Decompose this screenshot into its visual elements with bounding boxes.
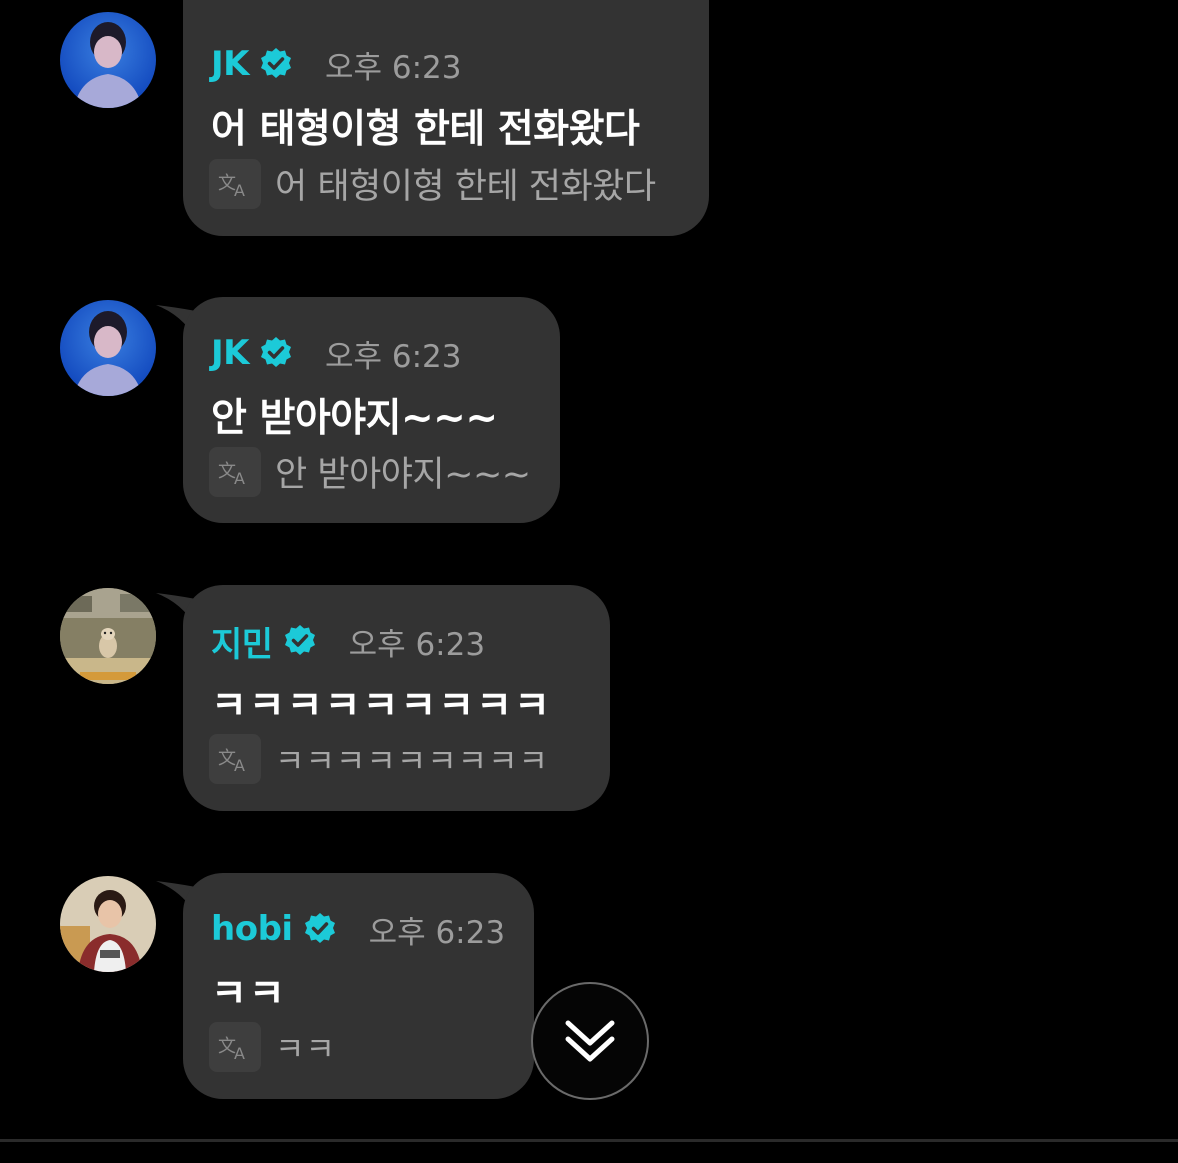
verified-badge-icon <box>261 48 291 78</box>
message-header: hobi 오후 6:23 <box>211 907 505 951</box>
sender-name[interactable]: JK <box>211 333 250 373</box>
translation-row: 文 A ㅋㅋㅋㅋㅋㅋㅋㅋㅋ <box>209 734 549 784</box>
svg-text:A: A <box>234 181 245 199</box>
translation-text: ㅋㅋ <box>275 1030 336 1068</box>
avatar-jk[interactable] <box>60 12 156 108</box>
message-header: 지민 오후 6:23 <box>211 617 486 666</box>
translate-icon[interactable]: 文 A <box>209 158 261 209</box>
verified-badge-icon <box>284 625 315 655</box>
double-chevron-down-icon <box>565 1020 615 1062</box>
verified-badge-icon <box>304 913 335 943</box>
svg-text:A: A <box>234 1044 245 1062</box>
message-bubble: JK 오후 6:23 안 받아야지~~~ 文 A 안 받아야지~~~ <box>183 297 560 523</box>
message-header: JK 오후 6:23 <box>211 42 462 86</box>
message-text: ㅋㅋ <box>211 972 287 1017</box>
avatar-jk[interactable] <box>60 300 156 396</box>
chat-screen: JK 오후 6:23 어 태형이형 한테 전화왔다 文 A 어 태형이형 한테 … <box>0 0 1178 1163</box>
svg-text:A: A <box>234 756 245 774</box>
message-bubble: 지민 오후 6:23 ㅋㅋㅋㅋㅋㅋㅋㅋㅋ 文 A ㅋㅋㅋㅋㅋㅋㅋㅋㅋ <box>183 585 610 811</box>
message-text: ㅋㅋㅋㅋㅋㅋㅋㅋㅋ <box>211 684 552 729</box>
message-text: 어 태형이형 한테 전화왔다 <box>211 107 640 152</box>
translate-icon[interactable]: 文 A <box>209 1022 261 1072</box>
message-time: 오후 6:23 <box>325 49 462 86</box>
message-text: 안 받아야지~~~ <box>211 396 498 441</box>
translation-row: 文 A 안 받아야지~~~ <box>209 446 531 497</box>
message-bubble: JK 오후 6:23 어 태형이형 한테 전화왔다 文 A 어 태형이형 한테 … <box>183 0 709 236</box>
sender-name[interactable]: hobi <box>211 909 293 949</box>
translate-icon[interactable]: 文 A <box>209 734 261 784</box>
sender-name[interactable]: 지민 <box>211 617 273 666</box>
input-divider <box>0 1139 1178 1142</box>
verified-badge-icon <box>261 337 291 367</box>
svg-text:A: A <box>234 469 245 487</box>
message-time: 오후 6:23 <box>325 338 462 375</box>
message-time: 오후 6:23 <box>368 914 506 951</box>
translate-icon[interactable]: 文 A <box>209 446 261 497</box>
message-header: JK 오후 6:23 <box>211 331 462 375</box>
avatar-jimin[interactable] <box>60 588 156 684</box>
translation-row: 文 A 어 태형이형 한테 전화왔다 <box>209 158 656 209</box>
translation-row: 文 A ㅋㅋ <box>209 1022 336 1072</box>
scroll-to-bottom-button[interactable] <box>531 982 649 1100</box>
message-bubble: hobi 오후 6:23 ㅋㅋ 文 A ㅋㅋ <box>183 873 534 1099</box>
message-time: 오후 6:23 <box>348 626 486 663</box>
avatar-hobi[interactable] <box>60 876 156 972</box>
sender-name[interactable]: JK <box>211 44 250 84</box>
translation-text: ㅋㅋㅋㅋㅋㅋㅋㅋㅋ <box>275 742 549 780</box>
translation-text: 어 태형이형 한테 전화왔다 <box>275 167 656 207</box>
translation-text: 안 받아야지~~~ <box>275 455 531 495</box>
